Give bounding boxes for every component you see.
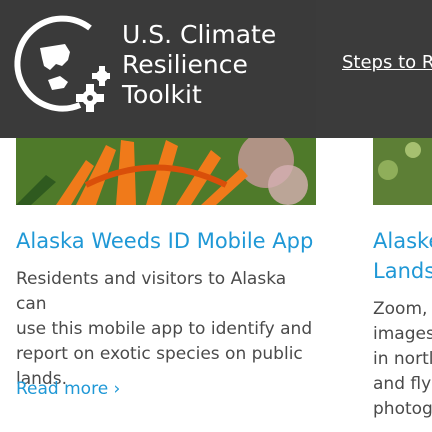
title-line: Lands — [373, 259, 432, 283]
card-description: Residents and visitors to Alaska can use… — [16, 267, 316, 392]
description-line: images — [373, 324, 432, 344]
description-line: use this mobile app to identify and — [16, 319, 313, 339]
description-line: photog — [373, 399, 432, 419]
description-line: report on exotic species on public — [16, 344, 303, 364]
description-line: and fly — [373, 374, 432, 394]
nav-link-steps[interactable]: Steps to R — [342, 52, 432, 73]
logo-title-line[interactable]: U.S. Climate — [122, 20, 276, 50]
read-more-link[interactable]: Read more › — [16, 377, 120, 402]
gear-icon — [92, 66, 112, 86]
logo-title-line[interactable]: Resilience — [122, 50, 248, 80]
card-title[interactable]: Alaska Weeds ID Mobile App — [16, 226, 313, 256]
site-logo[interactable] — [10, 10, 112, 118]
logo-title-line[interactable]: Toolkit — [122, 80, 202, 110]
description-line: in nortl — [373, 349, 432, 369]
description-line: Zoom, — [373, 299, 428, 319]
card-title[interactable]: Alaske Lands — [373, 226, 432, 286]
site-header: U.S. Climate Resilience Toolkit Steps to… — [0, 0, 432, 138]
logo-mark-icon — [14, 15, 112, 112]
card-description: Zoom, images in nortl and fly photog — [373, 297, 432, 422]
title-line: Alaske — [373, 229, 432, 253]
description-line: Residents and visitors to Alaska can — [16, 269, 287, 314]
